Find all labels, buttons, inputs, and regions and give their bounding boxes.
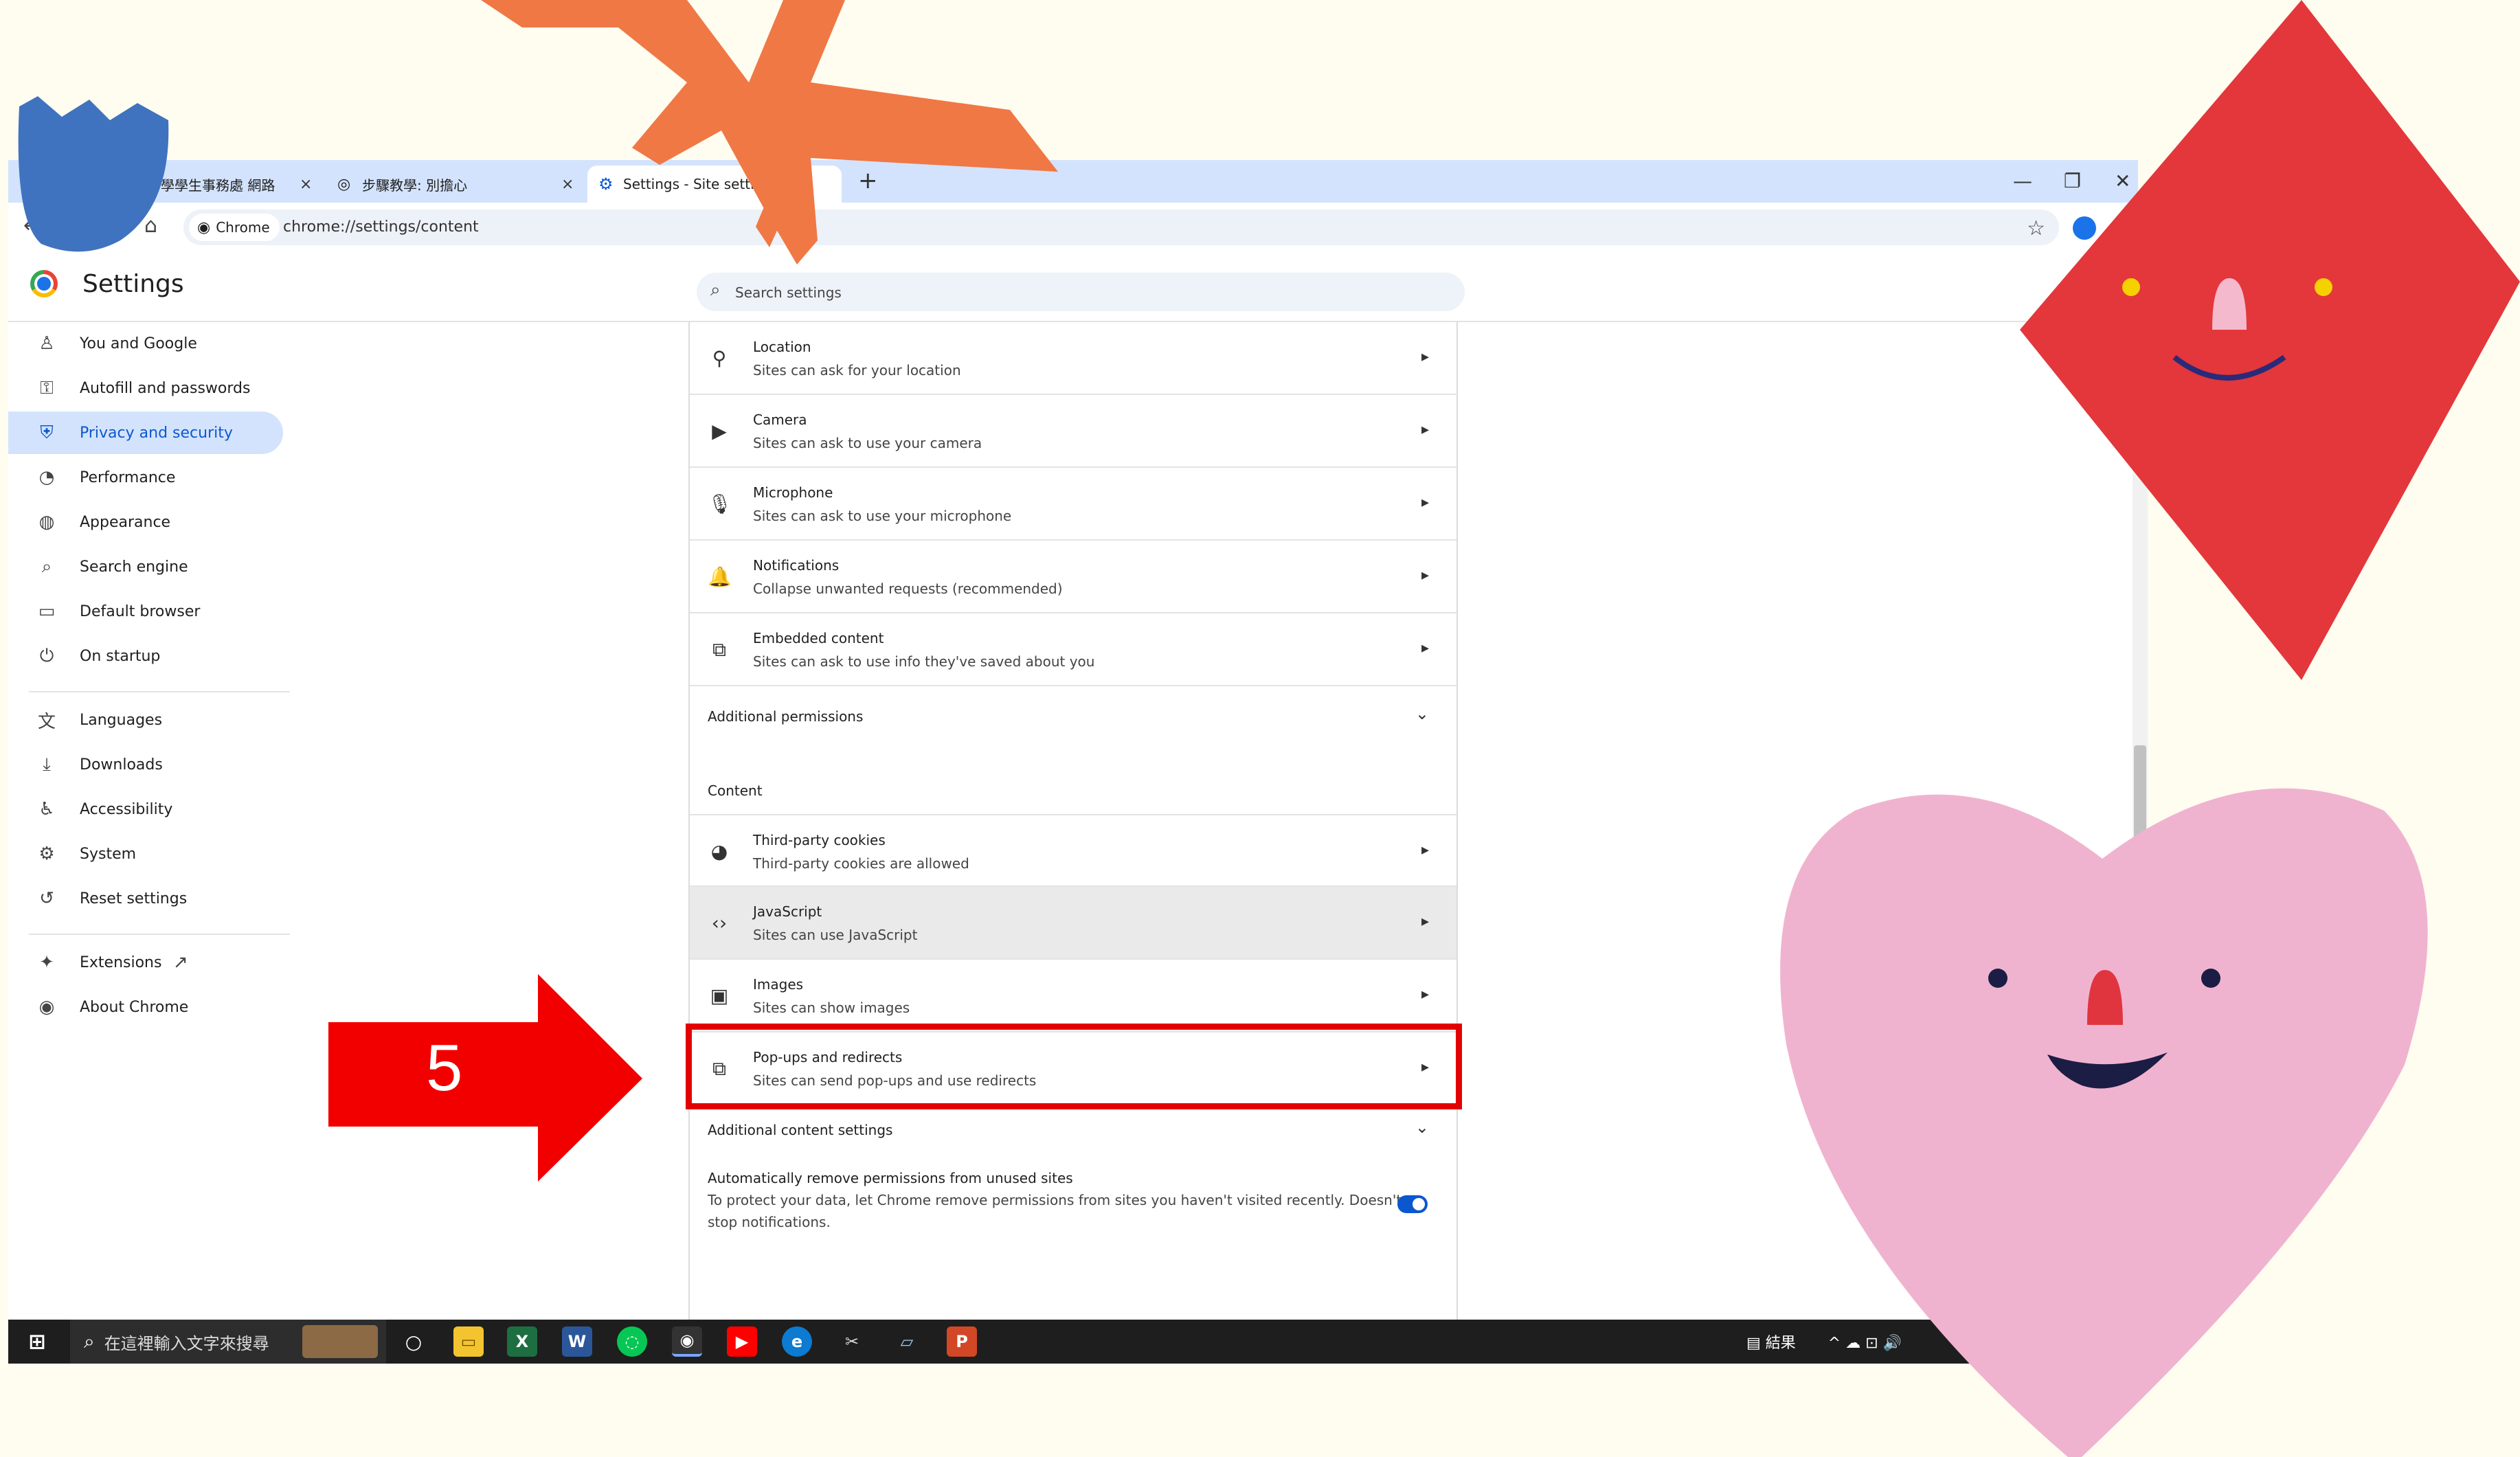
decorative-overlay — [18, 0, 2520, 1457]
red-arrow-annotation — [328, 974, 642, 1182]
highlight-box-pop-ups — [686, 1024, 1462, 1109]
pink-heart-character-illustration — [1780, 788, 2428, 1457]
red-diamond-character-illustration — [2020, 0, 2520, 680]
orange-starburst-illustration — [481, 0, 1058, 264]
blue-tulip-illustration — [18, 96, 169, 252]
step-number-label: 5 — [426, 1031, 463, 1105]
